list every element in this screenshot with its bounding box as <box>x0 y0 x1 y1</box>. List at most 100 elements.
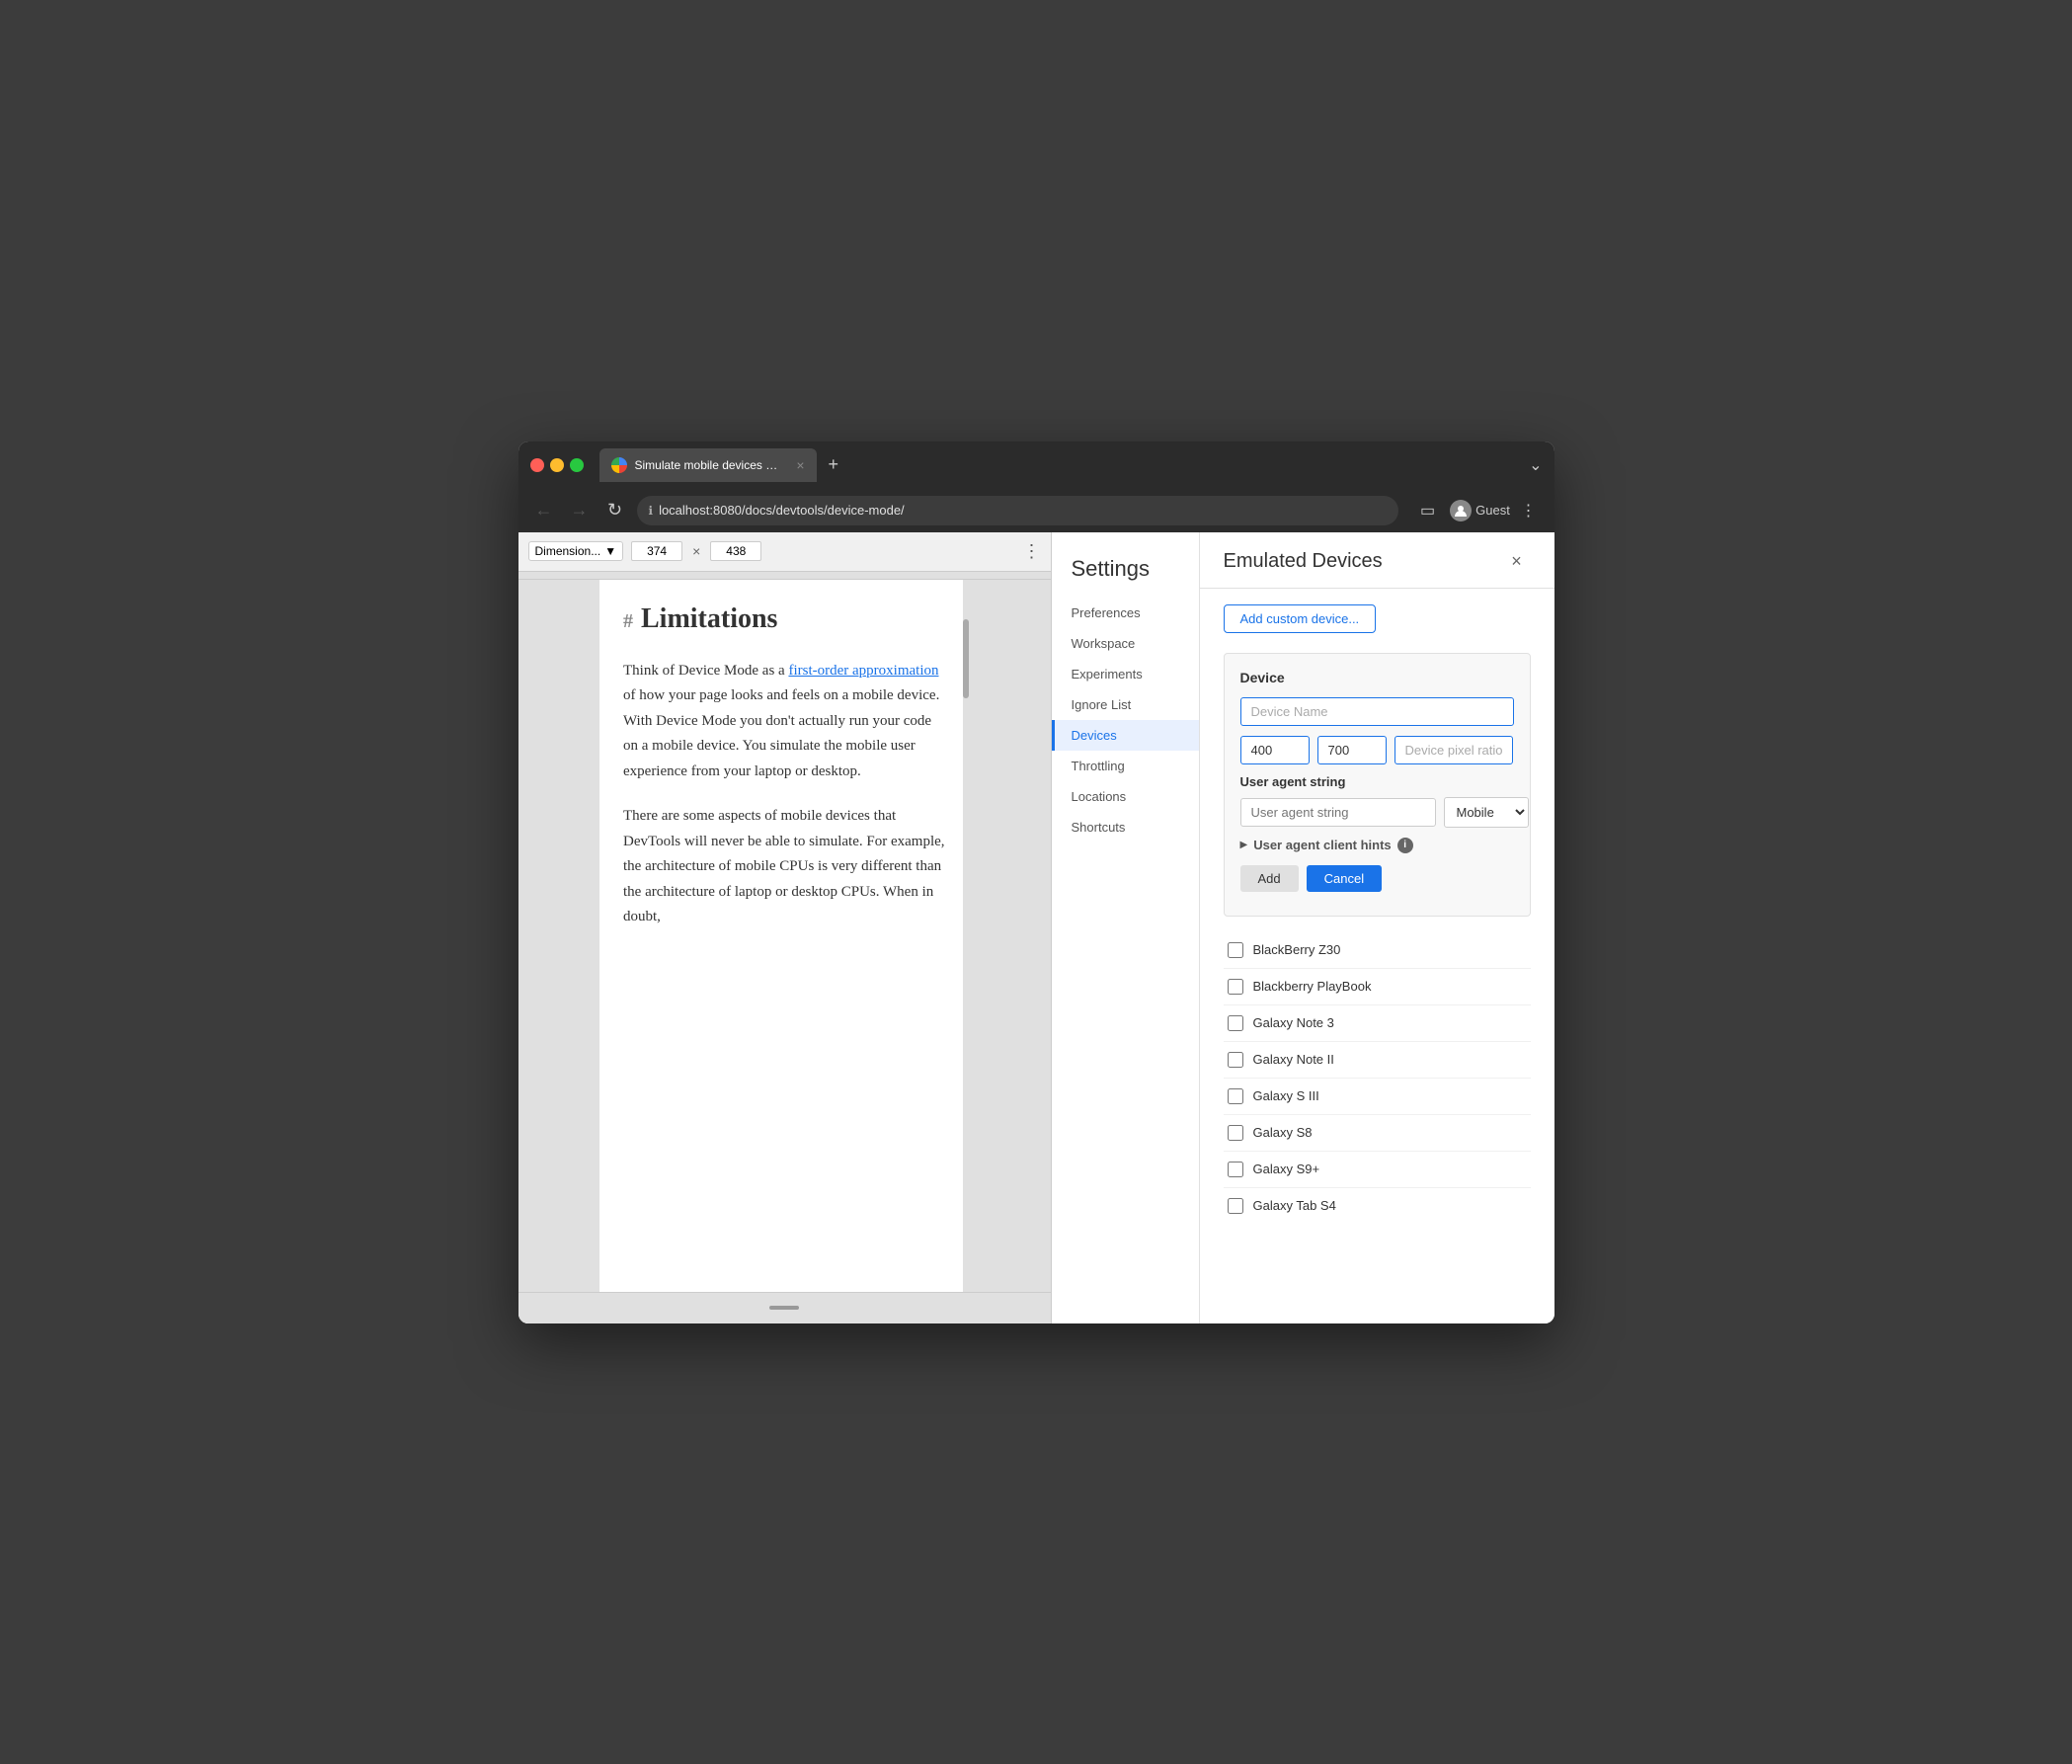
hash-char: # <box>623 610 633 633</box>
device-checkbox-blackberry-z30[interactable] <box>1228 942 1243 958</box>
list-item: Galaxy S III <box>1224 1079 1531 1115</box>
device-name-row <box>1240 697 1514 726</box>
sidebar-item-ignore-list[interactable]: Ignore List <box>1052 689 1199 720</box>
info-icon[interactable]: i <box>1397 838 1413 853</box>
device-name: Galaxy Note II <box>1253 1052 1334 1067</box>
browser-menu-button[interactable]: ⋮ <box>1515 497 1543 524</box>
list-item: Blackberry PlayBook <box>1224 969 1531 1005</box>
page-heading: # Limitations <box>623 603 945 635</box>
paragraph-1: Think of Device Mode as a first-order ap… <box>623 659 945 785</box>
settings-panel: Settings Preferences Workspace Experimen… <box>1052 532 1554 1323</box>
ua-string-input[interactable] <box>1240 798 1436 827</box>
maximize-window-button[interactable] <box>570 458 584 472</box>
active-tab[interactable]: Simulate mobile devices with D × <box>599 448 817 482</box>
url-bar[interactable]: ℹ localhost:8080/docs/devtools/device-mo… <box>637 496 1398 525</box>
settings-sidebar: Settings Preferences Workspace Experimen… <box>1052 532 1200 1323</box>
close-window-button[interactable] <box>530 458 544 472</box>
sidebar-item-throttling[interactable]: Throttling <box>1052 751 1199 781</box>
sidebar-item-preferences[interactable]: Preferences <box>1052 598 1199 628</box>
drag-handle[interactable] <box>769 1306 799 1310</box>
client-hints-label: User agent client hints <box>1253 838 1391 852</box>
chrome-favicon-icon <box>611 457 627 473</box>
info-icon: ℹ <box>649 504 654 518</box>
sidebar-toggle-button[interactable]: ▭ <box>1414 497 1442 524</box>
dimension-separator: × <box>692 543 700 559</box>
settings-body: Add custom device... Device <box>1200 589 1554 1240</box>
tab-title: Simulate mobile devices with D <box>635 458 785 472</box>
settings-title: Settings <box>1052 548 1199 598</box>
device-form: Device User agent string <box>1224 653 1531 917</box>
sidebar-item-workspace[interactable]: Workspace <box>1052 628 1199 659</box>
device-width-input[interactable] <box>1240 736 1310 764</box>
device-name: Blackberry PlayBook <box>1253 979 1372 994</box>
device-name: Galaxy Tab S4 <box>1253 1198 1336 1213</box>
width-input[interactable] <box>631 541 682 561</box>
device-height-input[interactable] <box>1317 736 1387 764</box>
avatar <box>1450 500 1472 521</box>
scrollbar-thumb[interactable] <box>963 619 969 698</box>
address-bar: ← → ↻ ℹ localhost:8080/docs/devtools/dev… <box>518 489 1554 532</box>
dimension-select[interactable]: Dimension... ▼ <box>528 541 624 561</box>
device-list: BlackBerry Z30 Blackberry PlayBook Galax… <box>1224 932 1531 1224</box>
device-checkbox-galaxy-s9-plus[interactable] <box>1228 1162 1243 1177</box>
page-area: # Limitations Think of Device Mode as a … <box>518 580 1051 1323</box>
tab-menu-button[interactable]: ⌄ <box>1529 455 1542 475</box>
scrollbar[interactable] <box>963 580 969 1292</box>
device-name: BlackBerry Z30 <box>1253 942 1341 957</box>
device-checkbox-galaxy-note-3[interactable] <box>1228 1015 1243 1031</box>
device-checkbox-galaxy-note-2[interactable] <box>1228 1052 1243 1068</box>
list-item: Galaxy S8 <box>1224 1115 1531 1152</box>
device-pixel-ratio-input[interactable] <box>1395 736 1513 764</box>
new-tab-button[interactable]: + <box>821 450 847 479</box>
dimension-label: Dimension... <box>535 544 601 558</box>
device-checkbox-galaxy-tab-s4[interactable] <box>1228 1198 1243 1214</box>
close-settings-button[interactable]: × <box>1503 548 1531 576</box>
url-prefix: localhost <box>659 503 709 518</box>
add-button[interactable]: Add <box>1240 865 1299 892</box>
paragraph-2: There are some aspects of mobile devices… <box>623 804 945 930</box>
profile-label[interactable]: Guest <box>1479 497 1507 524</box>
expand-hints-button[interactable]: ▶ <box>1240 840 1248 850</box>
sidebar-item-experiments[interactable]: Experiments <box>1052 659 1199 689</box>
traffic-lights <box>530 458 584 472</box>
device-name-input[interactable] <box>1240 697 1514 726</box>
more-options-button[interactable]: ⋮ <box>1023 541 1041 562</box>
chevron-down-icon: ▼ <box>604 544 616 558</box>
back-button[interactable]: ← <box>530 497 558 524</box>
settings-section-title: Emulated Devices <box>1224 550 1383 573</box>
list-item: Galaxy Tab S4 <box>1224 1188 1531 1224</box>
device-name: Galaxy Note 3 <box>1253 1015 1334 1030</box>
client-hints-row: ▶ User agent client hints i <box>1240 838 1514 853</box>
device-checkbox-galaxy-s3[interactable] <box>1228 1088 1243 1104</box>
sidebar-item-shortcuts[interactable]: Shortcuts <box>1052 812 1199 842</box>
height-input[interactable] <box>710 541 761 561</box>
ua-type-select[interactable]: Mobile Desktop Tablet <box>1444 797 1529 828</box>
sidebar-item-locations[interactable]: Locations <box>1052 781 1199 812</box>
device-checkbox-blackberry-playbook[interactable] <box>1228 979 1243 995</box>
cancel-button[interactable]: Cancel <box>1307 865 1382 892</box>
settings-header: Emulated Devices × <box>1200 532 1554 589</box>
list-item: Galaxy S9+ <box>1224 1152 1531 1188</box>
forward-button[interactable]: → <box>566 497 594 524</box>
first-order-link[interactable]: first-order approximation <box>788 663 938 679</box>
browser-window: Simulate mobile devices with D × + ⌄ ← →… <box>518 441 1554 1323</box>
device-form-title: Device <box>1240 670 1514 685</box>
page-scroll-indicator <box>518 572 1051 580</box>
page-bottom-bar <box>518 1292 1051 1323</box>
list-item: BlackBerry Z30 <box>1224 932 1531 969</box>
ua-section-label: User agent string <box>1240 774 1514 789</box>
tab-close-button[interactable]: × <box>796 457 804 473</box>
form-actions: Add Cancel <box>1240 865 1514 892</box>
refresh-button[interactable]: ↻ <box>601 497 629 524</box>
device-checkbox-galaxy-s8[interactable] <box>1228 1125 1243 1141</box>
add-custom-device-button[interactable]: Add custom device... <box>1224 604 1377 633</box>
list-item: Galaxy Note 3 <box>1224 1005 1531 1042</box>
ua-row: Mobile Desktop Tablet <box>1240 797 1514 828</box>
url-text: localhost:8080/docs/devtools/device-mode… <box>659 503 905 518</box>
minimize-window-button[interactable] <box>550 458 564 472</box>
device-name: Galaxy S9+ <box>1253 1162 1320 1176</box>
device-toolbar: Dimension... ▼ × ⋮ <box>518 532 1051 572</box>
page-content: # Limitations Think of Device Mode as a … <box>599 580 969 974</box>
page-frame: # Limitations Think of Device Mode as a … <box>599 580 969 1292</box>
sidebar-item-devices[interactable]: Devices <box>1052 720 1199 751</box>
